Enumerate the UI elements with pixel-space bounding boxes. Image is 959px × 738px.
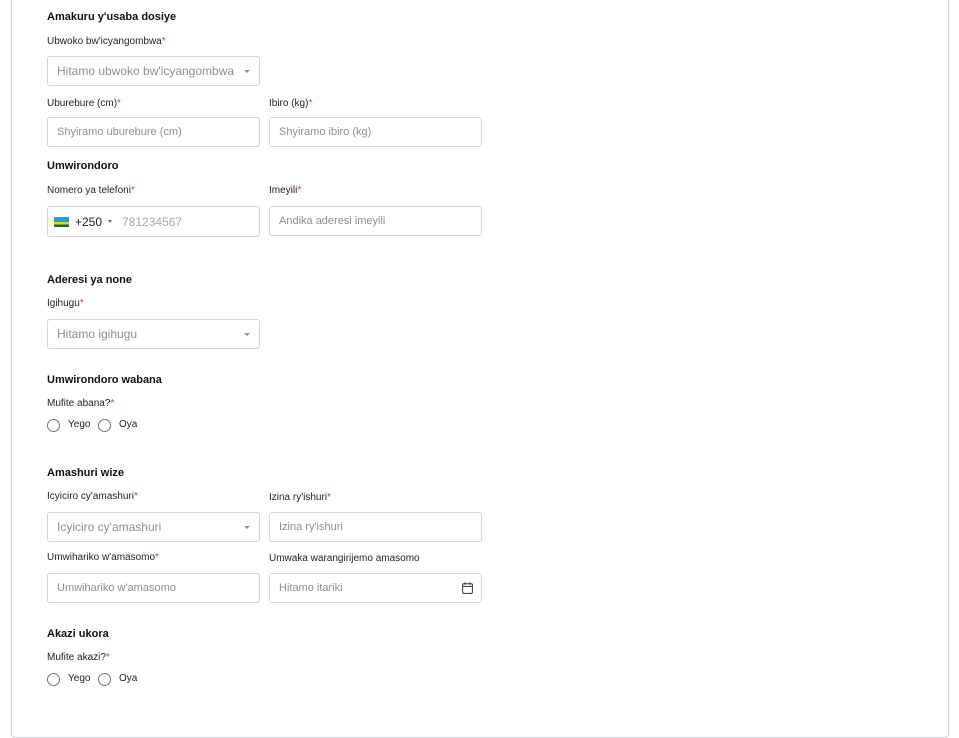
required-mark: * xyxy=(130,185,135,196)
children-question-text: Mufite abana? xyxy=(47,398,111,409)
weight-label-text: Ibiro (kg) xyxy=(269,98,309,109)
job-type-placeholder: Hitamo ubwoko bw'icyangombwa xyxy=(57,64,235,78)
email-input[interactable]: Andika aderesi imeyili xyxy=(269,206,482,236)
weight-placeholder: Shyiramo ibiro (kg) xyxy=(279,126,372,138)
section-title-contact: Umwirondoro xyxy=(47,160,119,172)
country-code-selector[interactable]: +250 xyxy=(54,215,118,229)
required-mark: * xyxy=(297,185,302,196)
education-level-label: Icyiciro cy'amashuri* xyxy=(47,491,138,502)
school-label-text: Izina ry'ishuri xyxy=(269,492,328,503)
country-label: Igihugu* xyxy=(47,298,84,309)
chevron-down-icon xyxy=(108,220,113,223)
height-label-text: Uburebure (cm) xyxy=(47,98,118,109)
country-label-text: Igihugu xyxy=(47,298,80,309)
weight-label: Ibiro (kg)* xyxy=(269,98,312,109)
chevron-down-icon xyxy=(244,333,250,336)
required-mark: * xyxy=(161,36,166,47)
height-input[interactable]: Shyiramo uburebure (cm) xyxy=(47,117,260,147)
section-title-work: Akazi ukora xyxy=(47,628,109,640)
required-mark: * xyxy=(110,398,115,409)
work-question: Mufite akazi?* xyxy=(47,652,110,663)
study-field-input[interactable]: Umwihariko w'amasomo xyxy=(47,573,260,603)
section-title-address: Aderesi ya none xyxy=(47,274,132,286)
school-placeholder: Izina ry'ishuri xyxy=(279,521,343,533)
email-label-text: Imeyili xyxy=(269,185,298,196)
section-title-education: Amashuri wize xyxy=(47,467,125,479)
education-level-placeholder: Icyiciro cy'amashuri xyxy=(57,520,162,534)
phone-placeholder: 781234567 xyxy=(122,214,183,229)
job-type-label-text: Ubwoko bw'icyangombwa xyxy=(47,36,162,47)
required-mark: * xyxy=(79,298,84,309)
graduation-year-label-text: Umwaka warangirijemo amasomo xyxy=(269,553,420,564)
work-no-label[interactable]: Oya xyxy=(119,673,137,684)
country-code: +250 xyxy=(75,214,103,229)
height-placeholder: Shyiramo uburebure (cm) xyxy=(57,126,182,138)
phone-label: Nomero ya telefoni* xyxy=(47,185,135,196)
graduation-date-placeholder: Hitamo itariki xyxy=(279,582,343,594)
required-mark: * xyxy=(327,492,331,503)
section-title-children: Umwirondoro wabana xyxy=(47,374,162,386)
school-input[interactable]: Izina ry'ishuri xyxy=(269,512,482,542)
study-field-placeholder: Umwihariko w'amasomo xyxy=(57,582,176,594)
education-level-label-text: Icyiciro cy'amashuri xyxy=(47,491,134,502)
chevron-down-icon xyxy=(244,526,250,529)
email-label: Imeyili* xyxy=(269,185,301,196)
required-mark: * xyxy=(155,552,159,563)
graduation-year-label: Umwaka warangirijemo amasomo xyxy=(269,553,420,564)
email-placeholder: Andika aderesi imeyili xyxy=(279,215,386,227)
education-level-select[interactable]: Icyiciro cy'amashuri xyxy=(47,512,260,542)
study-field-label-text: Umwihariko w'amasomo xyxy=(47,552,156,563)
rwanda-flag-icon xyxy=(54,216,69,227)
children-question: Mufite abana?* xyxy=(47,398,114,409)
children-no-label[interactable]: Oya xyxy=(119,419,137,430)
graduation-date-input[interactable]: Hitamo itariki xyxy=(269,573,482,603)
required-mark: * xyxy=(308,98,313,109)
children-yes-radio[interactable] xyxy=(47,419,60,432)
country-placeholder: Hitamo igihugu xyxy=(57,327,138,341)
work-yes-label[interactable]: Yego xyxy=(68,673,90,684)
job-type-select[interactable]: Hitamo ubwoko bw'icyangombwa xyxy=(47,56,260,86)
height-label: Uburebure (cm)* xyxy=(47,98,121,109)
children-yes-label[interactable]: Yego xyxy=(68,419,90,430)
work-no-radio[interactable] xyxy=(98,673,111,686)
work-question-text: Mufite akazi? xyxy=(47,652,106,663)
calendar-icon[interactable] xyxy=(462,582,473,594)
required-mark: * xyxy=(133,491,138,502)
phone-input[interactable]: +250 781234567 xyxy=(47,206,260,237)
study-field-label: Umwihariko w'amasomo* xyxy=(47,552,159,563)
chevron-down-icon xyxy=(244,70,250,73)
country-select[interactable]: Hitamo igihugu xyxy=(47,319,260,349)
phone-label-text: Nomero ya telefoni xyxy=(47,185,131,196)
job-type-label: Ubwoko bw'icyangombwa* xyxy=(47,36,166,47)
weight-input[interactable]: Shyiramo ibiro (kg) xyxy=(269,117,482,147)
work-yes-radio[interactable] xyxy=(47,673,60,686)
required-mark: * xyxy=(105,652,110,663)
form-card xyxy=(11,0,949,738)
required-mark: * xyxy=(117,98,121,109)
school-label: Izina ry'ishuri* xyxy=(269,492,331,503)
children-no-radio[interactable] xyxy=(98,419,111,432)
section-title-profile: Amakuru y'usaba dosiye xyxy=(47,11,177,23)
